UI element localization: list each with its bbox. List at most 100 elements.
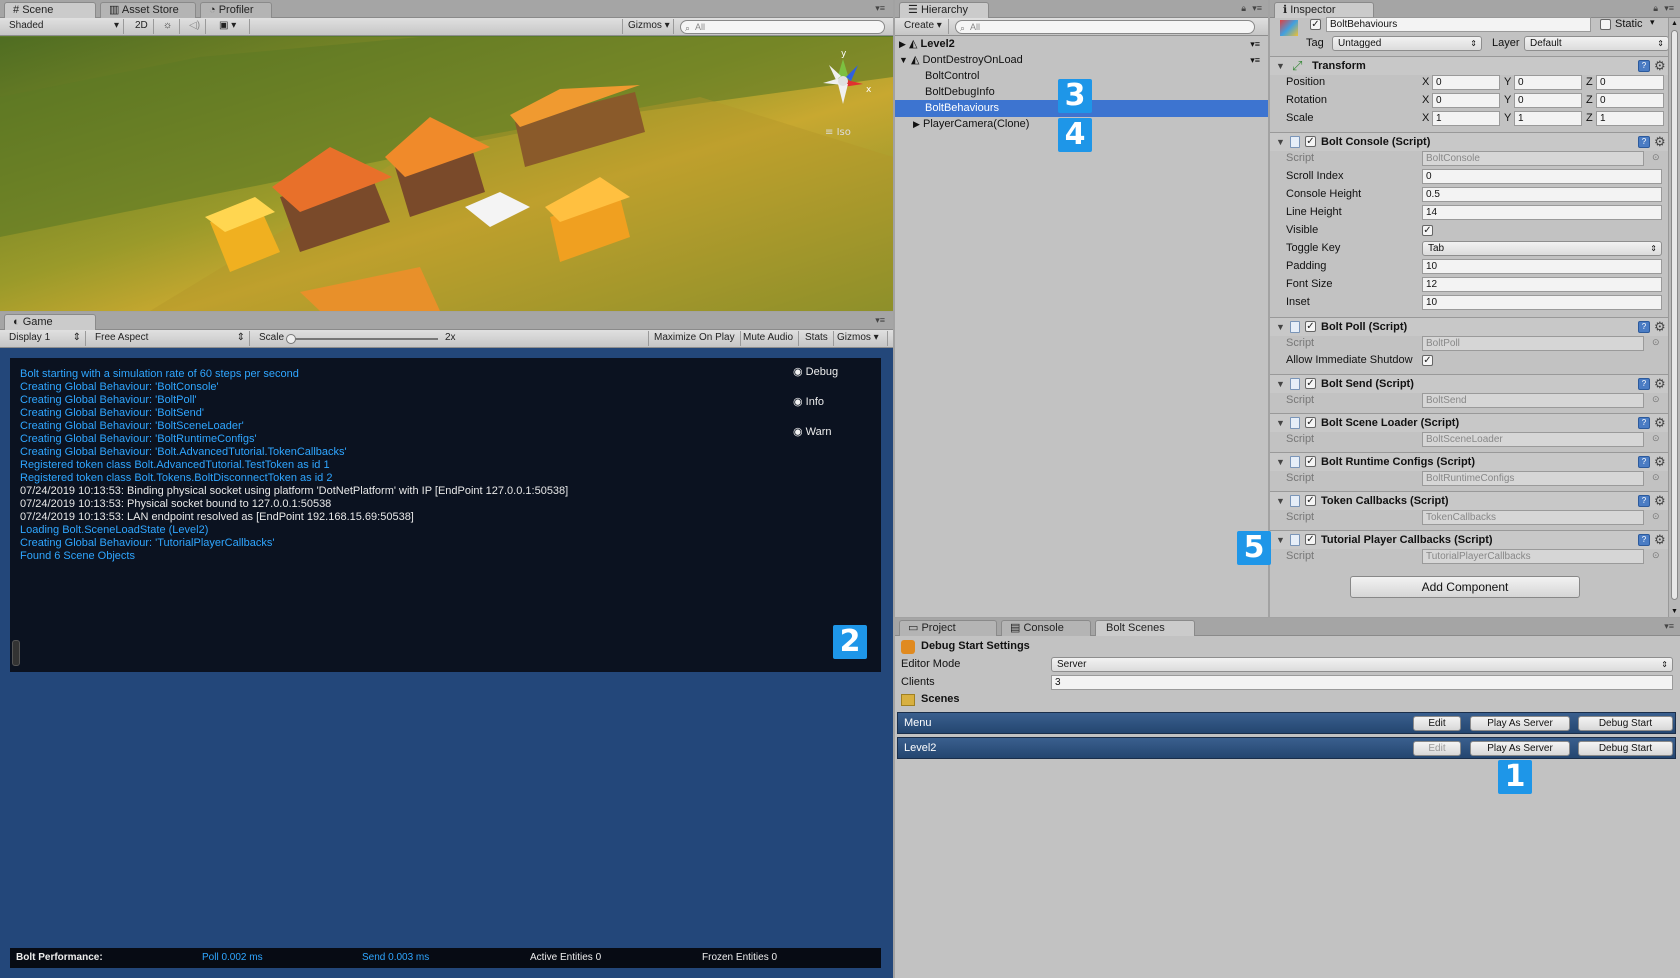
effects-dropdown[interactable]: ▣ ▾: [214, 19, 250, 34]
gear-icon[interactable]: ⚙: [1654, 134, 1666, 150]
panel-menu-icon[interactable]: ▾≡: [875, 3, 885, 14]
transform-x-field[interactable]: 0: [1432, 93, 1500, 108]
allow-shutdown-checkbox[interactable]: ✓: [1422, 355, 1433, 366]
tab-console[interactable]: ▤ Console: [1001, 620, 1091, 636]
transform-z-field[interactable]: 0: [1596, 75, 1664, 90]
property-field[interactable]: 12: [1422, 277, 1662, 292]
static-dropdown-icon[interactable]: ▾: [1650, 17, 1655, 28]
scroll-thumb[interactable]: [1671, 30, 1678, 600]
tab-hierarchy[interactable]: ☰ Hierarchy: [899, 2, 989, 18]
transform-y-field[interactable]: 1: [1514, 111, 1582, 126]
gear-icon[interactable]: ⚙: [1654, 376, 1666, 392]
gear-icon[interactable]: ⚙: [1654, 532, 1666, 548]
component-enabled-checkbox[interactable]: ✓: [1305, 417, 1316, 428]
axis-label[interactable]: X: [1422, 112, 1429, 124]
debug-start-button[interactable]: Debug Start: [1578, 741, 1673, 756]
object-picker-icon[interactable]: ⊙: [1652, 511, 1660, 522]
help-icon[interactable]: ?: [1638, 321, 1650, 333]
scroll-up-icon[interactable]: ▲: [1671, 20, 1678, 27]
hierarchy-item-boltdebuginfo[interactable]: BoltDebugInfo: [925, 84, 995, 101]
lock-icon[interactable]: 🔒︎: [1241, 3, 1246, 14]
play-as-server-button[interactable]: Play As Server: [1470, 716, 1570, 731]
hierarchy-search-input[interactable]: ⌕ All: [955, 20, 1255, 34]
component-enabled-checkbox[interactable]: ✓: [1305, 321, 1316, 332]
component-enabled-checkbox[interactable]: ✓: [1305, 495, 1316, 506]
editor-mode-dropdown[interactable]: Server ⇕: [1051, 657, 1673, 672]
component-enabled-checkbox[interactable]: ✓: [1305, 534, 1316, 545]
component-enabled-checkbox[interactable]: ✓: [1305, 378, 1316, 389]
property-field[interactable]: 0: [1422, 169, 1662, 184]
mute-audio-toggle[interactable]: Mute Audio: [738, 331, 800, 346]
axis-label[interactable]: X: [1422, 76, 1429, 88]
slider-thumb[interactable]: [286, 334, 296, 344]
transform-x-field[interactable]: 1: [1432, 111, 1500, 126]
scene-gizmos-dropdown[interactable]: Gizmos ▾: [622, 19, 674, 34]
axis-label[interactable]: Z: [1586, 112, 1593, 124]
iso-label[interactable]: ≡ Iso: [825, 127, 851, 138]
object-picker-icon[interactable]: ⊙: [1652, 433, 1660, 444]
tab-game[interactable]: ◐ Game: [4, 314, 96, 330]
scale-slider[interactable]: [286, 334, 438, 344]
object-picker-icon[interactable]: ⊙: [1652, 550, 1660, 561]
transform-y-field[interactable]: 0: [1514, 75, 1582, 90]
property-field[interactable]: 14: [1422, 205, 1662, 220]
lighting-toggle[interactable]: ☼: [158, 19, 180, 34]
visible-checkbox[interactable]: ✓: [1422, 225, 1433, 236]
help-icon[interactable]: ?: [1638, 60, 1650, 72]
tab-profiler[interactable]: ◔ Profiler: [200, 2, 272, 18]
bolt-console-header[interactable]: ▼ ✓ Bolt Console (Script) ? ⚙: [1270, 132, 1680, 151]
object-name-field[interactable]: BoltBehaviours: [1326, 17, 1591, 32]
help-icon[interactable]: ?: [1638, 378, 1650, 390]
stats-toggle[interactable]: Stats: [800, 331, 834, 346]
inspector-scrollbar[interactable]: ▲ ▼: [1668, 18, 1680, 617]
transform-z-field[interactable]: 1: [1596, 111, 1664, 126]
gear-icon[interactable]: ⚙: [1654, 415, 1666, 431]
filter-info[interactable]: ◉ Info: [793, 394, 824, 411]
tab-inspector[interactable]: ℹ Inspector: [1274, 2, 1374, 18]
audio-toggle[interactable]: ◁): [184, 19, 206, 34]
static-checkbox[interactable]: [1600, 19, 1611, 30]
property-field[interactable]: 10: [1422, 259, 1662, 274]
axis-label[interactable]: Z: [1586, 76, 1593, 88]
active-checkbox[interactable]: ✓: [1310, 19, 1321, 30]
panel-menu-icon[interactable]: ▾≡: [1664, 3, 1674, 14]
axis-label[interactable]: Z: [1586, 94, 1593, 106]
component-header[interactable]: ▼ ✓ Bolt Runtime Configs (Script) ? ⚙: [1270, 452, 1680, 471]
game-gizmos-dropdown[interactable]: Gizmos ▾: [832, 331, 888, 346]
tab-project[interactable]: ▭ Project: [899, 620, 997, 636]
shading-dropdown[interactable]: Shaded ▾: [4, 19, 124, 34]
add-component-button[interactable]: Add Component: [1350, 576, 1580, 598]
scene-menu-icon[interactable]: ▾≡: [1250, 36, 1260, 53]
gear-icon[interactable]: ⚙: [1654, 454, 1666, 470]
aspect-dropdown[interactable]: Free Aspect ⇕: [90, 331, 250, 346]
transform-header[interactable]: ▼ ⤢ Transform ? ⚙: [1270, 56, 1680, 75]
create-dropdown[interactable]: Create ▾: [899, 19, 949, 34]
scene-menu-icon[interactable]: ▾≡: [1250, 52, 1260, 69]
help-icon[interactable]: ?: [1638, 456, 1650, 468]
help-icon[interactable]: ?: [1638, 136, 1650, 148]
panel-menu-icon[interactable]: ▾≡: [875, 315, 885, 326]
help-icon[interactable]: ?: [1638, 534, 1650, 546]
transform-x-field[interactable]: 0: [1432, 75, 1500, 90]
component-header[interactable]: ▼ ✓ Token Callbacks (Script) ? ⚙: [1270, 491, 1680, 510]
layer-dropdown[interactable]: Default ⇕: [1524, 36, 1669, 51]
transform-z-field[interactable]: 0: [1596, 93, 1664, 108]
scene-search-input[interactable]: ⌕ All: [680, 20, 885, 34]
component-enabled-checkbox[interactable]: ✓: [1305, 136, 1316, 147]
filter-warn[interactable]: ◉ Warn: [793, 424, 832, 441]
object-picker-icon[interactable]: ⊙: [1652, 152, 1660, 163]
transform-y-field[interactable]: 0: [1514, 93, 1582, 108]
gear-icon[interactable]: ⚙: [1654, 319, 1666, 335]
object-picker-icon[interactable]: ⊙: [1652, 394, 1660, 405]
play-as-server-button[interactable]: Play As Server: [1470, 741, 1570, 756]
hierarchy-item-playercamera[interactable]: ▶ PlayerCamera(Clone): [913, 116, 1029, 133]
component-enabled-checkbox[interactable]: ✓: [1305, 456, 1316, 467]
display-dropdown[interactable]: Display 1 ⇕: [4, 331, 86, 346]
component-header[interactable]: ▼ ✓ Tutorial Player Callbacks (Script) ?…: [1270, 530, 1680, 549]
lock-icon[interactable]: 🔒︎: [1653, 3, 1658, 14]
edit-button[interactable]: Edit: [1413, 716, 1461, 731]
property-field[interactable]: 10: [1422, 295, 1662, 310]
component-header[interactable]: ▼ ✓ Bolt Send (Script) ? ⚙: [1270, 374, 1680, 393]
debug-start-button[interactable]: Debug Start: [1578, 716, 1673, 731]
maximize-on-play-toggle[interactable]: Maximize On Play: [648, 331, 741, 346]
